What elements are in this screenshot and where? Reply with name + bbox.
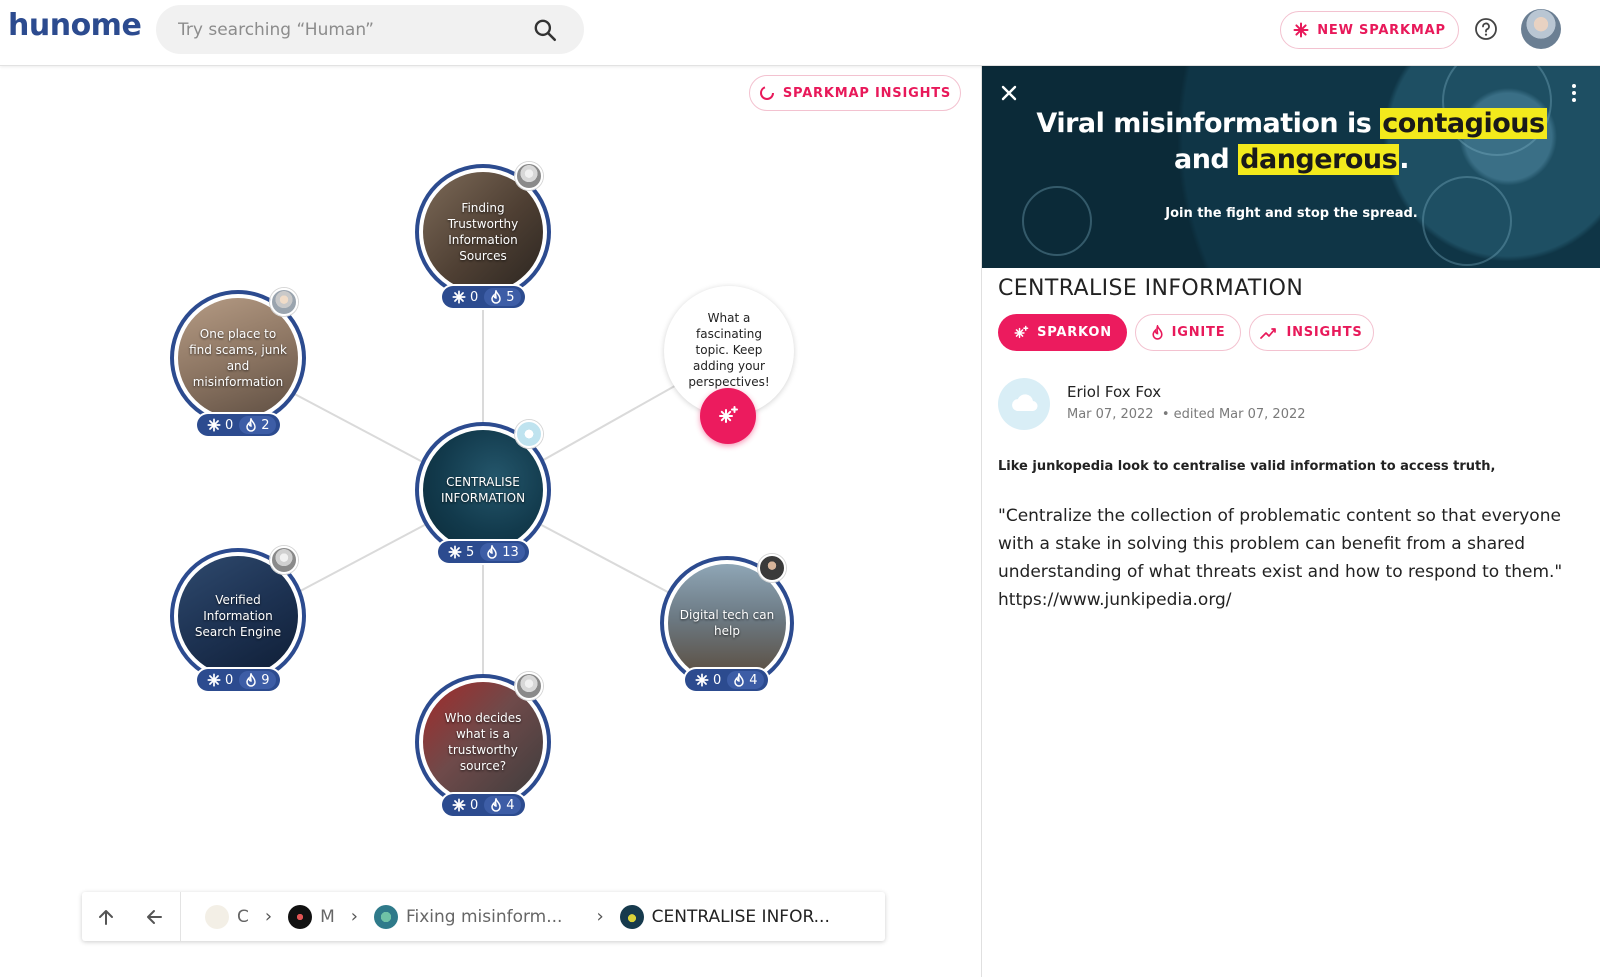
new-sparkmap-label: NEW SPARKMAP — [1317, 22, 1446, 38]
spark-icon — [1293, 22, 1309, 38]
arrow-left-icon — [147, 909, 162, 924]
spark-node[interactable]: One place to find scams, junk and misinf… — [170, 288, 306, 426]
breadcrumb-item-current[interactable]: CENTRALISE INFOR... — [619, 904, 830, 929]
spark-node-center[interactable]: CENTRALISE INFORMATION — [415, 420, 551, 558]
spark-icon — [448, 545, 462, 559]
spark-counter: 0 9 — [197, 669, 280, 691]
sparkon-button[interactable]: SPARKON — [998, 314, 1127, 351]
nav-back-button[interactable] — [130, 892, 178, 941]
spark-icon — [207, 673, 221, 687]
fire-icon — [246, 673, 257, 687]
breadcrumb-item[interactable]: C — [205, 904, 249, 929]
breadcrumb-thumb — [619, 904, 644, 929]
contributor-avatar — [270, 546, 298, 574]
fire-icon — [246, 418, 257, 432]
chevron-right-icon: › — [596, 906, 604, 927]
contributor-avatar — [270, 288, 298, 316]
spark-node-title: One place to find scams, junk and misinf… — [189, 327, 287, 389]
user-avatar[interactable] — [1521, 9, 1561, 49]
chevron-right-icon: › — [350, 906, 358, 927]
spark-node[interactable]: Who decides what is a trustworthy source… — [415, 672, 551, 810]
spark-counter: 5 13 — [438, 541, 529, 563]
spark-counter: 0 4 — [442, 794, 525, 816]
help-icon[interactable] — [1474, 17, 1498, 41]
spark-counter: 0 4 — [685, 669, 768, 691]
contributor-avatar — [515, 672, 543, 700]
spark-node[interactable]: Verified Information Search Engine — [170, 546, 306, 684]
spark-node[interactable]: Finding Trustworthy Information Sources — [415, 162, 551, 300]
fire-icon — [487, 545, 498, 559]
contributor-avatar — [515, 420, 543, 448]
add-spark-button[interactable] — [700, 388, 756, 444]
new-sparkmap-button[interactable]: NEW SPARKMAP — [1280, 11, 1459, 49]
arrow-up-icon — [99, 909, 113, 925]
nav-up-button[interactable] — [82, 892, 130, 941]
search-bar[interactable] — [156, 5, 584, 54]
prompt-bubble-text: What a fascinating topic. Keep adding yo… — [688, 311, 770, 389]
breadcrumb-thumb — [288, 904, 313, 929]
spark-icon — [207, 418, 221, 432]
breadcrumb: C › M › Fixing misinform... › CENTRALISE… — [82, 892, 885, 941]
spark-counter: 0 2 — [197, 414, 280, 436]
detail-panel: Viral misinformation is contagious and d… — [981, 66, 1600, 977]
insights-icon — [1260, 327, 1277, 339]
add-spark-icon — [719, 406, 738, 423]
insights-button[interactable]: INSIGHTS — [1249, 314, 1374, 351]
spark-node-title: Who decides what is a trustworthy source… — [444, 711, 522, 773]
fire-icon — [491, 290, 502, 304]
search-icon[interactable] — [532, 17, 558, 43]
close-icon[interactable] — [998, 82, 1020, 104]
spark-node-title: Verified Information Search Engine — [194, 593, 282, 639]
cloud-icon — [1012, 394, 1038, 412]
spark-banner-image: Viral misinformation is contagious and d… — [982, 66, 1600, 268]
breadcrumb-thumb — [373, 904, 398, 929]
banner-subline: Join the fight and stop the spread. — [1165, 206, 1418, 221]
author-name[interactable]: Eriol Fox Fox — [1067, 383, 1161, 401]
more-icon[interactable] — [1570, 82, 1578, 104]
virus-graphic — [1422, 176, 1512, 266]
spark-node-title: Digital tech can help — [679, 608, 775, 638]
spark-icon — [452, 290, 466, 304]
spark-counter: 0 5 — [442, 286, 525, 308]
logo[interactable]: hunome — [8, 8, 142, 43]
spark-icon — [695, 673, 709, 687]
contributor-avatar — [758, 554, 786, 582]
breadcrumb-divider — [180, 892, 181, 941]
contributor-avatar — [515, 162, 543, 190]
spark-node-title: CENTRALISE INFORMATION — [440, 475, 526, 505]
banner-headline: and dangerous. — [1173, 144, 1409, 175]
breadcrumb-thumb — [205, 904, 229, 929]
top-bar: hunome NEW SPARKMAP — [0, 0, 1600, 66]
fire-icon — [734, 673, 745, 687]
author-avatar[interactable] — [998, 378, 1050, 430]
fire-icon — [1152, 325, 1163, 340]
banner-headline: Viral misinformation is contagious — [1036, 108, 1547, 139]
fire-icon — [491, 798, 502, 812]
add-spark-icon — [1014, 325, 1029, 338]
spark-title: CENTRALISE INFORMATION — [998, 276, 1304, 301]
virus-graphic — [1022, 186, 1092, 256]
post-date: Mar 07, 2022 • edited Mar 07, 2022 — [1067, 407, 1306, 422]
sparkmap-canvas[interactable]: SPARKMAP INSIGHTS Finding Trustworthy In… — [0, 66, 981, 977]
search-input[interactable] — [178, 17, 518, 43]
spark-summary: Like junkopedia look to centralise valid… — [998, 459, 1496, 474]
chevron-right-icon: › — [264, 906, 273, 927]
breadcrumb-item[interactable]: M — [288, 904, 335, 929]
spark-body: "Centralize the collection of problemati… — [998, 506, 1563, 610]
spark-node-title: Finding Trustworthy Information Sources — [447, 201, 519, 263]
ignite-button[interactable]: IGNITE — [1135, 314, 1241, 351]
breadcrumb-item[interactable]: Fixing misinform... — [373, 904, 562, 929]
spark-icon — [452, 798, 466, 812]
